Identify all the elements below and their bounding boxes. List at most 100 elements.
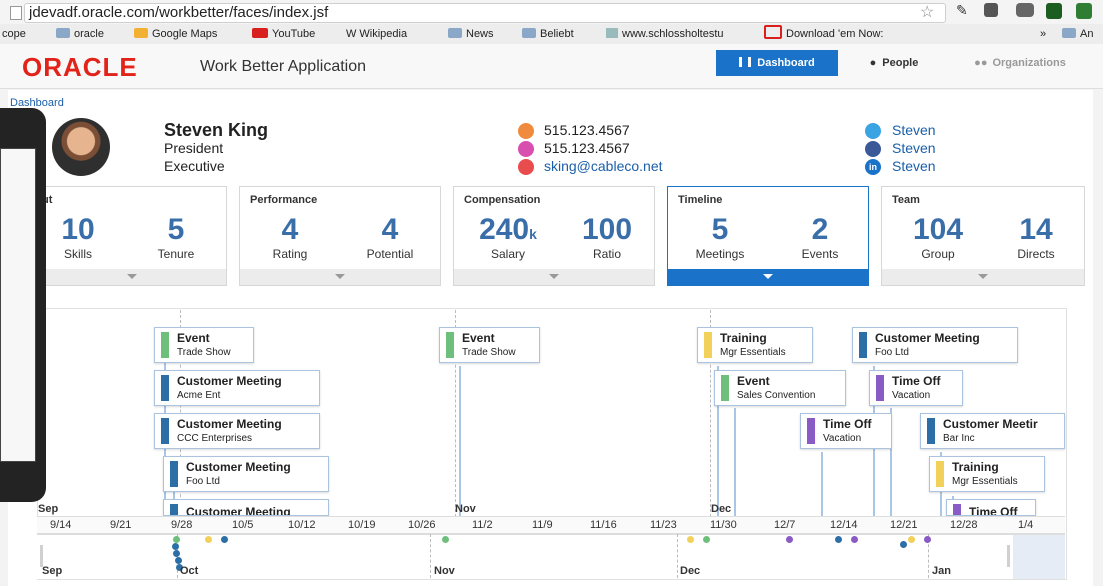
phone-1[interactable]: 515.123.4567: [544, 122, 630, 138]
event-color-bar: [161, 332, 169, 358]
maps-icon: [134, 28, 148, 38]
tick-label: 11/30: [710, 519, 737, 531]
eyedropper-icon[interactable]: ✎: [956, 2, 968, 19]
timeline-event[interactable]: Event Sales Convention: [714, 370, 846, 406]
green-ext-icon[interactable]: [1076, 3, 1092, 19]
tick-label: 9/21: [110, 519, 132, 531]
overview-dot: [175, 557, 182, 564]
bookmark-youtube[interactable]: YouTube: [252, 24, 315, 44]
stat-card-performance[interactable]: Performance 4 Rating 4 Potential: [239, 186, 441, 286]
meetings-value: 5: [711, 213, 729, 246]
wikipedia-icon: W: [346, 28, 357, 40]
event-title: Customer Meeting: [177, 374, 282, 388]
range-handle-right[interactable]: [1007, 545, 1010, 567]
group-value: 104: [912, 213, 964, 246]
star-icon[interactable]: ☆: [920, 2, 934, 22]
event-subtitle: Sales Convention: [737, 390, 816, 401]
folder-icon: [448, 28, 462, 38]
bookmark-wikipedia[interactable]: W Wikipedia: [346, 24, 407, 44]
tick-label: 11/2: [472, 519, 493, 531]
timeline-event[interactable]: Training Mgr Essentials: [929, 456, 1045, 492]
linkedin-icon: in: [865, 159, 881, 175]
site-icon: [606, 28, 618, 38]
overview-dot: [221, 536, 228, 543]
event-subtitle: Bar Inc: [943, 433, 975, 444]
overview-dot: [924, 536, 931, 543]
stat-card-compensation[interactable]: Compensation 240k Salary 100 Ratio: [453, 186, 655, 286]
device-overlay-frame: [0, 108, 46, 502]
facebook-link[interactable]: Steven: [892, 140, 936, 156]
timeline-event[interactable]: Customer Meeting CCC Enterprises: [154, 413, 320, 449]
bookmarks-overflow[interactable]: »: [1040, 24, 1046, 44]
timeline-event[interactable]: Customer Meetir Bar Inc: [920, 413, 1065, 449]
ratio-label: Ratio: [592, 247, 621, 261]
directs-value: 14: [1019, 213, 1053, 246]
stat-card-about[interactable]: ut 10 Skills 5 Tenure: [37, 186, 227, 286]
bookmark-google-maps[interactable]: Google Maps: [134, 24, 217, 44]
stat-card-timeline[interactable]: Timeline 5 Meetings 2 Events: [667, 186, 869, 286]
bookmark-schlossholte[interactable]: www.schlossholtestu: [606, 24, 724, 44]
event-subtitle: Vacation: [823, 433, 862, 444]
range-handle-left[interactable]: [40, 545, 43, 567]
device-screen: [0, 148, 36, 462]
event-color-bar: [170, 461, 178, 487]
rating-value: 4: [281, 213, 299, 246]
potential-value: 4: [381, 213, 399, 246]
bookmarks-bar: cope oracle Google Maps YouTube W Wikiped…: [0, 24, 1103, 45]
chevron-down-icon: [335, 274, 345, 279]
event-color-bar: [161, 418, 169, 444]
app-title: Work Better Application: [200, 58, 367, 75]
event-color-bar: [446, 332, 454, 358]
overview-grid-line: [430, 534, 431, 578]
card-footer: [668, 269, 868, 285]
bookmark-news[interactable]: News: [448, 24, 494, 44]
bookmark-other[interactable]: An: [1062, 24, 1093, 44]
url-field[interactable]: jdevadf.oracle.com/workbetter/faces/inde…: [24, 3, 946, 23]
evernote-icon[interactable]: [1046, 3, 1062, 19]
timeline-event[interactable]: Training Mgr Essentials: [697, 327, 813, 363]
meetings-label: Meetings: [695, 247, 745, 261]
chevron-down-icon: [549, 274, 559, 279]
timeline-event[interactable]: Time Off Vacation: [869, 370, 963, 406]
event-color-bar: [859, 332, 867, 358]
tick-label: 11/9: [532, 519, 553, 531]
pocket-icon[interactable]: [1016, 3, 1034, 17]
overview-dot: [173, 550, 180, 557]
event-color-bar: [927, 418, 935, 444]
overview-month-label: Jan: [932, 565, 951, 577]
event-color-bar: [807, 418, 815, 444]
bookmark-cope[interactable]: cope: [2, 24, 26, 44]
bookmark-beliebt[interactable]: Beliebt: [522, 24, 574, 44]
chevron-down-icon: [127, 274, 137, 279]
timeline-event[interactable]: Time Off Vacation: [800, 413, 892, 449]
card-title: Performance: [250, 194, 318, 206]
timeline-event[interactable]: Time Off: [946, 499, 1036, 516]
rating-label: Rating: [272, 247, 308, 261]
timeline-event[interactable]: Customer Meeting Acme Ent: [154, 370, 320, 406]
bookmark-download[interactable]: Download 'em Now:: [764, 24, 883, 44]
linkedin-link[interactable]: Steven: [892, 158, 936, 174]
twitter-link[interactable]: Steven: [892, 122, 936, 138]
stat-card-team[interactable]: Team 104 Group 14 Directs: [881, 186, 1085, 286]
bookmark-oracle[interactable]: oracle: [56, 24, 104, 44]
phone-2[interactable]: 515.123.4567: [544, 140, 630, 156]
youtube-icon: [252, 28, 268, 38]
nav-dashboard[interactable]: Dashboard: [716, 50, 838, 76]
nav-organizations[interactable]: ●● Organizations: [950, 50, 1090, 76]
email-link[interactable]: sking@cableco.net: [544, 158, 663, 174]
overview-window-selection[interactable]: [1013, 535, 1065, 579]
folder-icon: [522, 28, 536, 38]
tick-label: 12/14: [830, 519, 858, 531]
timeline-event[interactable]: Customer Meeting: [163, 499, 329, 516]
timeline-event[interactable]: Event Trade Show: [439, 327, 540, 363]
mobile-icon: [518, 141, 534, 157]
event-title: Time Off: [892, 374, 941, 388]
event-title: Training: [952, 460, 999, 474]
tick-label: 10/12: [288, 519, 316, 531]
nav-people[interactable]: ● People: [842, 50, 946, 76]
timeline-event[interactable]: Event Trade Show: [154, 327, 254, 363]
extension-icon[interactable]: [984, 3, 998, 17]
timeline-event[interactable]: Customer Meeting Foo Ltd: [852, 327, 1018, 363]
oracle-logo: ORACLE: [22, 52, 138, 82]
timeline-event[interactable]: Customer Meeting Foo Ltd: [163, 456, 329, 492]
